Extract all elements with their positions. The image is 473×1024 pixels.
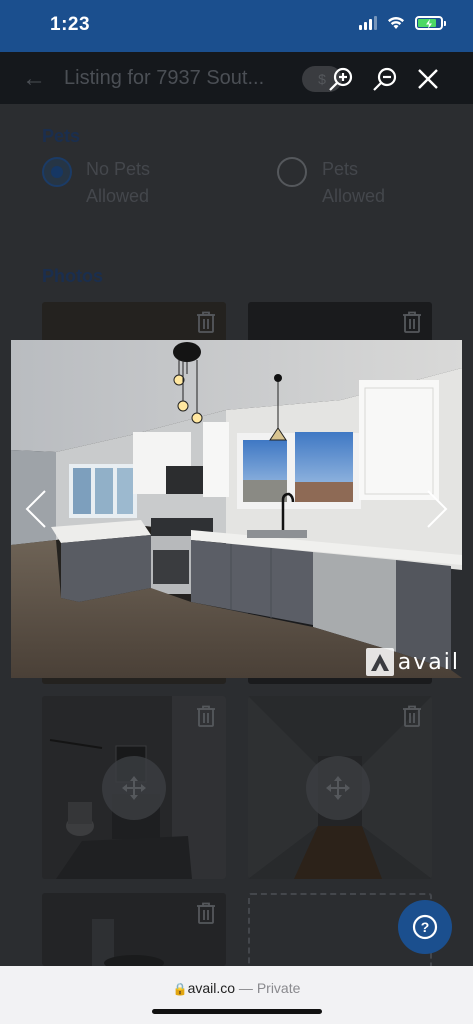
zoom-out-icon [373,67,397,91]
cellular-signal-icon [359,16,377,30]
zoom-out-button[interactable] [370,64,400,94]
lightbox-photo: avail [11,340,462,678]
url-domain: avail.co [187,980,236,996]
app-header: ← Listing for 7937 Sout... $ [0,52,473,104]
status-time: 1:23 [50,14,91,35]
move-handle[interactable] [102,756,166,820]
avail-logo-icon [365,648,394,676]
photo-thumbnail-hallway[interactable] [248,696,432,879]
prev-photo-button[interactable] [11,340,61,678]
listing-title: Listing for 7937 Sout... [64,67,265,89]
help-question-icon: ? [412,914,438,940]
pets-allowed-radio[interactable] [277,157,307,187]
no-pets-radio[interactable] [42,157,72,187]
zoom-in-icon [329,67,353,91]
trash-icon[interactable] [196,902,216,924]
wifi-icon [388,17,404,29]
chevron-left-icon [25,490,46,528]
status-bar: 1:23 [0,0,473,52]
pets-allowed-label[interactable]: Pets Allowed [322,156,432,210]
trash-icon[interactable] [196,311,216,333]
chevron-right-icon [427,490,448,528]
battery-icon [415,16,446,30]
photo-thumbnail[interactable] [42,893,226,966]
zoom-in-button[interactable] [326,64,356,94]
watermark-text: avail [397,649,460,675]
lock-icon: 🔒 [172,982,188,996]
photo-thumbnail-bathroom[interactable] [42,696,226,879]
back-arrow-icon[interactable]: ← [22,65,46,93]
no-pets-label[interactable]: No Pets Allowed [86,156,196,210]
browser-bar: 🔒avail.co — Private [0,966,473,1024]
home-indicator[interactable] [152,1009,322,1014]
private-mode-label: Private [256,980,301,996]
status-icons [359,16,446,30]
url-bar[interactable]: 🔒avail.co — Private [0,980,473,996]
svg-text:?: ? [421,919,430,935]
kitchen-photo [11,340,462,678]
close-icon [418,69,438,89]
next-photo-button[interactable] [412,340,462,678]
pets-heading: Pets [42,126,81,146]
trash-icon[interactable] [402,705,422,727]
help-button[interactable]: ? [398,900,452,954]
photos-heading: Photos [42,266,103,286]
avail-watermark: avail [365,648,460,676]
close-button[interactable] [413,64,443,94]
trash-icon[interactable] [196,705,216,727]
url-separator: — [238,980,253,996]
move-icon [122,776,146,800]
trash-icon[interactable] [402,311,422,333]
move-icon [326,776,350,800]
move-handle[interactable] [306,756,370,820]
